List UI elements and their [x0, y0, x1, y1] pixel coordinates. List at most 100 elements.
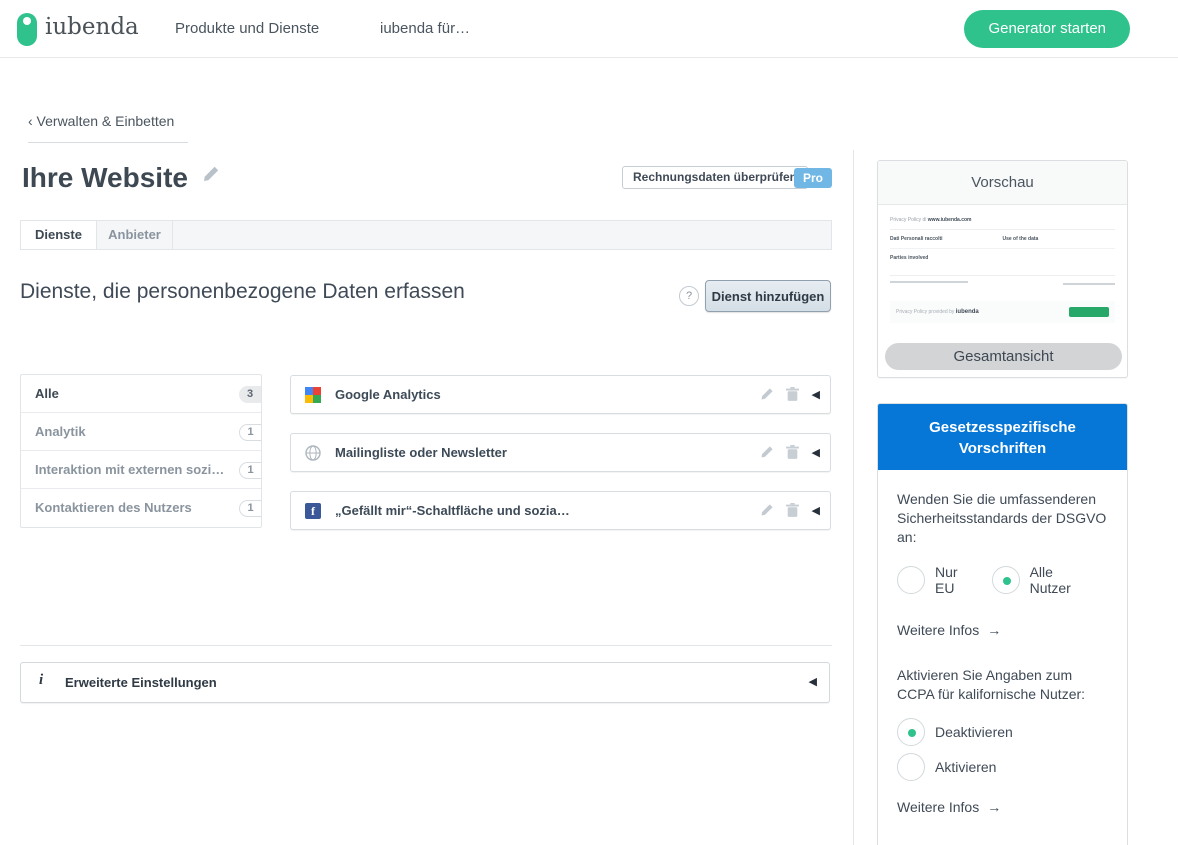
category-count-badge: 1 [239, 500, 261, 517]
policy-col-1: Dati Personali raccolti [890, 236, 1003, 242]
more-info-label: Weitere Infos [897, 622, 979, 638]
category-item-analytik[interactable]: Analytik 1 [21, 413, 261, 451]
policy-footer-credit: Privacy Policy provided by iubenda [896, 309, 979, 315]
advanced-settings-bar[interactable]: i Erweiterte Einstellungen ◀ [20, 662, 830, 703]
law-title-line1: Gesetzesspezifische [878, 417, 1127, 438]
category-label: Kontaktieren des Nutzers [35, 500, 192, 515]
category-label: Interaktion mit externen sozi… [35, 462, 224, 477]
more-info-label: Weitere Infos [897, 799, 979, 815]
preview-card-title: Vorschau [878, 161, 1127, 205]
category-count-badge: 1 [239, 462, 261, 479]
radio-circle-unchecked[interactable] [897, 753, 925, 781]
gdpr-question: Wenden Sie die umfassenderen Sicherheits… [897, 490, 1108, 547]
category-filter-list: Alle 3 Analytik 1 Interaktion mit extern… [20, 374, 262, 528]
tab-dienste[interactable]: Dienste [21, 221, 97, 249]
collapse-arrow-icon[interactable]: ◀ [812, 388, 820, 401]
radio-deaktivieren[interactable]: Deaktivieren [897, 718, 1108, 746]
breadcrumb-back-link[interactable]: ‹ Verwalten & Einbetten [28, 113, 188, 143]
radio-aktivieren[interactable]: Aktivieren [897, 753, 1108, 781]
tab-anbieter[interactable]: Anbieter [97, 221, 173, 249]
nav-item-iubenda-for[interactable]: iubenda für… [380, 0, 470, 58]
page-title-row: Ihre Website [22, 162, 220, 194]
delete-trash-icon[interactable] [786, 503, 800, 519]
page: iubenda Produkte und Dienste iubenda für… [0, 0, 1178, 845]
policy-footer-strip: Privacy Policy provided by iubenda [890, 301, 1115, 323]
preview-card: Vorschau Privacy Policy di www.iubenda.c… [877, 160, 1128, 378]
radio-label: Alle Nutzer [1030, 564, 1094, 596]
policy-columns: Dati Personali raccolti Use of the data [890, 230, 1115, 249]
service-name: „Gefällt mir“-Schaltfläche und sozia… [335, 492, 570, 529]
service-name: Mailingliste oder Newsletter [335, 434, 507, 471]
help-icon[interactable]: ? [679, 286, 699, 306]
edit-pencil-icon[interactable] [760, 387, 774, 403]
policy-footer-green-button [1069, 307, 1109, 317]
collapse-arrow-icon[interactable]: ◀ [809, 663, 817, 702]
section-heading: Dienste, die personenbezogene Daten erfa… [20, 278, 480, 305]
category-count-badge: 1 [239, 424, 261, 441]
google-icon [305, 387, 321, 403]
edit-pencil-icon[interactable] [760, 503, 774, 519]
gdpr-radio-group: Nur EU Alle Nutzer [897, 564, 1108, 596]
category-item-alle[interactable]: Alle 3 [21, 375, 261, 413]
service-name: Google Analytics [335, 376, 441, 413]
delete-trash-icon[interactable] [786, 445, 800, 461]
law-title-line2: Vorschriften [878, 438, 1127, 459]
add-service-button[interactable]: Dienst hinzufügen [705, 280, 831, 312]
radio-circle-unchecked[interactable] [897, 566, 925, 594]
generator-start-button[interactable]: Generator starten [964, 10, 1130, 48]
policy-title-line: Privacy Policy di www.iubenda.com [890, 217, 1115, 230]
service-actions: ◀ [760, 434, 820, 471]
nav-item-products[interactable]: Produkte und Dienste [175, 0, 319, 58]
category-label: Alle [35, 386, 59, 401]
service-actions: ◀ [760, 376, 820, 413]
content-divider [20, 645, 832, 646]
category-count-badge: 3 [239, 386, 261, 403]
brand-name: iubenda [45, 14, 139, 40]
gdpr-more-info-link[interactable]: Weitere Infos → [897, 622, 1108, 638]
radio-label: Aktivieren [935, 759, 996, 775]
policy-fineprint [890, 281, 1115, 285]
policy-preview-document: Privacy Policy di www.iubenda.com Dati P… [890, 217, 1115, 323]
service-card-google-analytics: Google Analytics ◀ [290, 375, 831, 414]
ccpa-radio-group: Deaktivieren Aktivieren [897, 718, 1108, 781]
top-navigation-bar: iubenda Produkte und Dienste iubenda für… [0, 0, 1178, 58]
radio-circle-checked[interactable] [897, 718, 925, 746]
pro-plan-badge: Pro [794, 168, 832, 188]
radio-nur-eu[interactable]: Nur EU [897, 564, 992, 596]
arrow-right-icon: → [987, 799, 1001, 815]
collapse-arrow-icon[interactable]: ◀ [812, 504, 820, 517]
category-label: Analytik [35, 424, 86, 439]
policy-parties-line: Parties involved [890, 249, 1115, 276]
service-actions: ◀ [760, 492, 820, 529]
billing-data-button[interactable]: Rechnungsdaten überprüfen [622, 166, 808, 189]
iubenda-logo[interactable]: iubenda [17, 12, 167, 48]
service-card-mailingliste: Mailingliste oder Newsletter ◀ [290, 433, 831, 472]
ccpa-question: Aktivieren Sie Angaben zum CCPA für kali… [897, 666, 1108, 704]
policy-col-2: Use of the data [1003, 236, 1116, 242]
edit-title-pencil-icon[interactable] [202, 165, 220, 183]
law-card-body: Wenden Sie die umfassenderen Sicherheits… [878, 470, 1127, 815]
radio-label: Deaktivieren [935, 724, 1013, 740]
radio-label: Nur EU [935, 564, 978, 596]
delete-trash-icon[interactable] [786, 387, 800, 403]
info-icon: i [39, 672, 43, 689]
globe-icon [305, 445, 321, 461]
page-title: Ihre Website [22, 162, 188, 194]
ccpa-more-info-link[interactable]: Weitere Infos → [897, 799, 1108, 815]
radio-circle-checked[interactable] [992, 566, 1020, 594]
radio-alle-nutzer[interactable]: Alle Nutzer [992, 564, 1108, 596]
facebook-icon: f [305, 503, 321, 519]
arrow-right-icon: → [987, 622, 1001, 638]
full-view-button[interactable]: Gesamtansicht [885, 343, 1122, 370]
law-card-title: Gesetzesspezifische Vorschriften [878, 404, 1127, 470]
edit-pencil-icon[interactable] [760, 445, 774, 461]
advanced-settings-label: Erweiterte Einstellungen [65, 663, 217, 702]
category-item-kontaktieren[interactable]: Kontaktieren des Nutzers 1 [21, 489, 261, 527]
category-item-interaktion[interactable]: Interaktion mit externen sozi… 1 [21, 451, 261, 489]
service-card-like-button: f „Gefällt mir“-Schaltfläche und sozia… … [290, 491, 831, 530]
collapse-arrow-icon[interactable]: ◀ [812, 446, 820, 459]
tab-bar: Dienste Anbieter [20, 220, 832, 250]
sidebar-divider [853, 150, 854, 845]
law-provisions-card: Gesetzesspezifische Vorschriften Wenden … [877, 403, 1128, 845]
iubenda-logo-icon [17, 13, 37, 46]
